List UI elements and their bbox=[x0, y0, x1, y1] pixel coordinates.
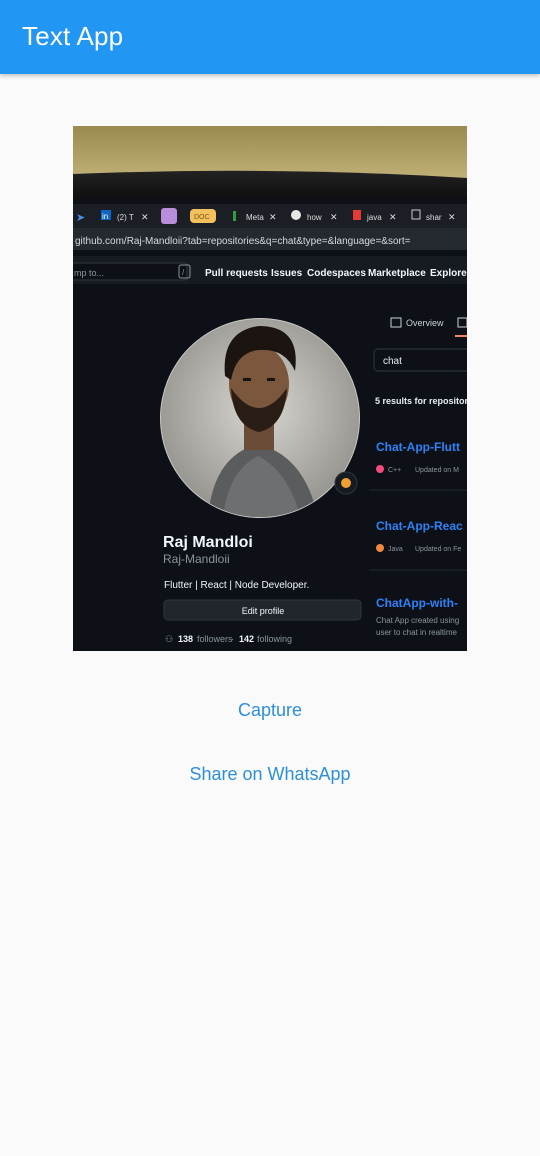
svg-text:Explore: Explore bbox=[430, 268, 467, 279]
svg-text:Chat App created using: Chat App created using bbox=[376, 616, 459, 625]
captured-photo: ➤ in (2) T ✕ DOC Meta ✕ how ✕ java ✕ sha… bbox=[73, 126, 467, 651]
edit-profile: Edit profile bbox=[242, 606, 285, 616]
svg-text:in: in bbox=[102, 212, 108, 221]
svg-text:chat: chat bbox=[383, 356, 402, 367]
svg-text:following: following bbox=[257, 634, 292, 644]
svg-text:Overview: Overview bbox=[406, 318, 444, 328]
address-bar: github.com/Raj-Mandloii?tab=repositories… bbox=[75, 236, 411, 247]
svg-text:✕: ✕ bbox=[448, 212, 456, 222]
tab-label: Meta bbox=[246, 213, 264, 222]
repo-link: Chat-App-Flutt bbox=[376, 440, 460, 454]
svg-text:142: 142 bbox=[239, 634, 254, 644]
svg-text:✕: ✕ bbox=[330, 212, 338, 222]
app-title: Text App bbox=[22, 21, 124, 51]
svg-text:Codespaces: Codespaces bbox=[307, 268, 366, 279]
repo-link: ChatApp-with- bbox=[376, 596, 458, 610]
tab-label: how bbox=[307, 213, 322, 222]
svg-text:138: 138 bbox=[178, 634, 193, 644]
svg-text:✕: ✕ bbox=[389, 212, 397, 222]
svg-text:Pull requests: Pull requests bbox=[205, 268, 268, 279]
capture-button[interactable]: Capture bbox=[0, 698, 540, 722]
svg-text:Issues: Issues bbox=[271, 268, 303, 279]
svg-text:✕: ✕ bbox=[141, 212, 149, 222]
svg-text:5 results for repositori: 5 results for repositori bbox=[375, 396, 467, 406]
svg-text:followers: followers bbox=[197, 634, 233, 644]
svg-text:Updated on Fe: Updated on Fe bbox=[415, 546, 461, 553]
repo-link: Chat-App-Reac bbox=[376, 519, 463, 533]
tab-label: (2) T bbox=[117, 213, 134, 222]
svg-text:C++: C++ bbox=[388, 467, 401, 474]
svg-text:Java: Java bbox=[388, 546, 403, 553]
svg-text:user to chat in realtime: user to chat in realtime bbox=[376, 628, 457, 637]
app-bar: Text App bbox=[0, 0, 540, 74]
svg-text:·: · bbox=[231, 634, 234, 644]
svg-text:Updated on M: Updated on M bbox=[415, 467, 459, 474]
share-whatsapp-button[interactable]: Share on WhatsApp bbox=[0, 762, 540, 786]
svg-text:Marketplace: Marketplace bbox=[368, 268, 426, 279]
profile-name: Raj Mandloi bbox=[163, 534, 253, 551]
tab-label: java bbox=[366, 213, 382, 222]
svg-text:⚇: ⚇ bbox=[165, 634, 173, 644]
svg-text:➤: ➤ bbox=[76, 212, 85, 224]
svg-text:mp to...: mp to... bbox=[74, 268, 104, 278]
profile-bio: Flutter | React | Node Developer. bbox=[164, 580, 309, 591]
tab-label: DOC bbox=[194, 214, 210, 221]
profile-username: Raj-Mandloii bbox=[163, 552, 230, 566]
tab-label: shar bbox=[426, 213, 442, 222]
svg-text:✕: ✕ bbox=[269, 212, 277, 222]
